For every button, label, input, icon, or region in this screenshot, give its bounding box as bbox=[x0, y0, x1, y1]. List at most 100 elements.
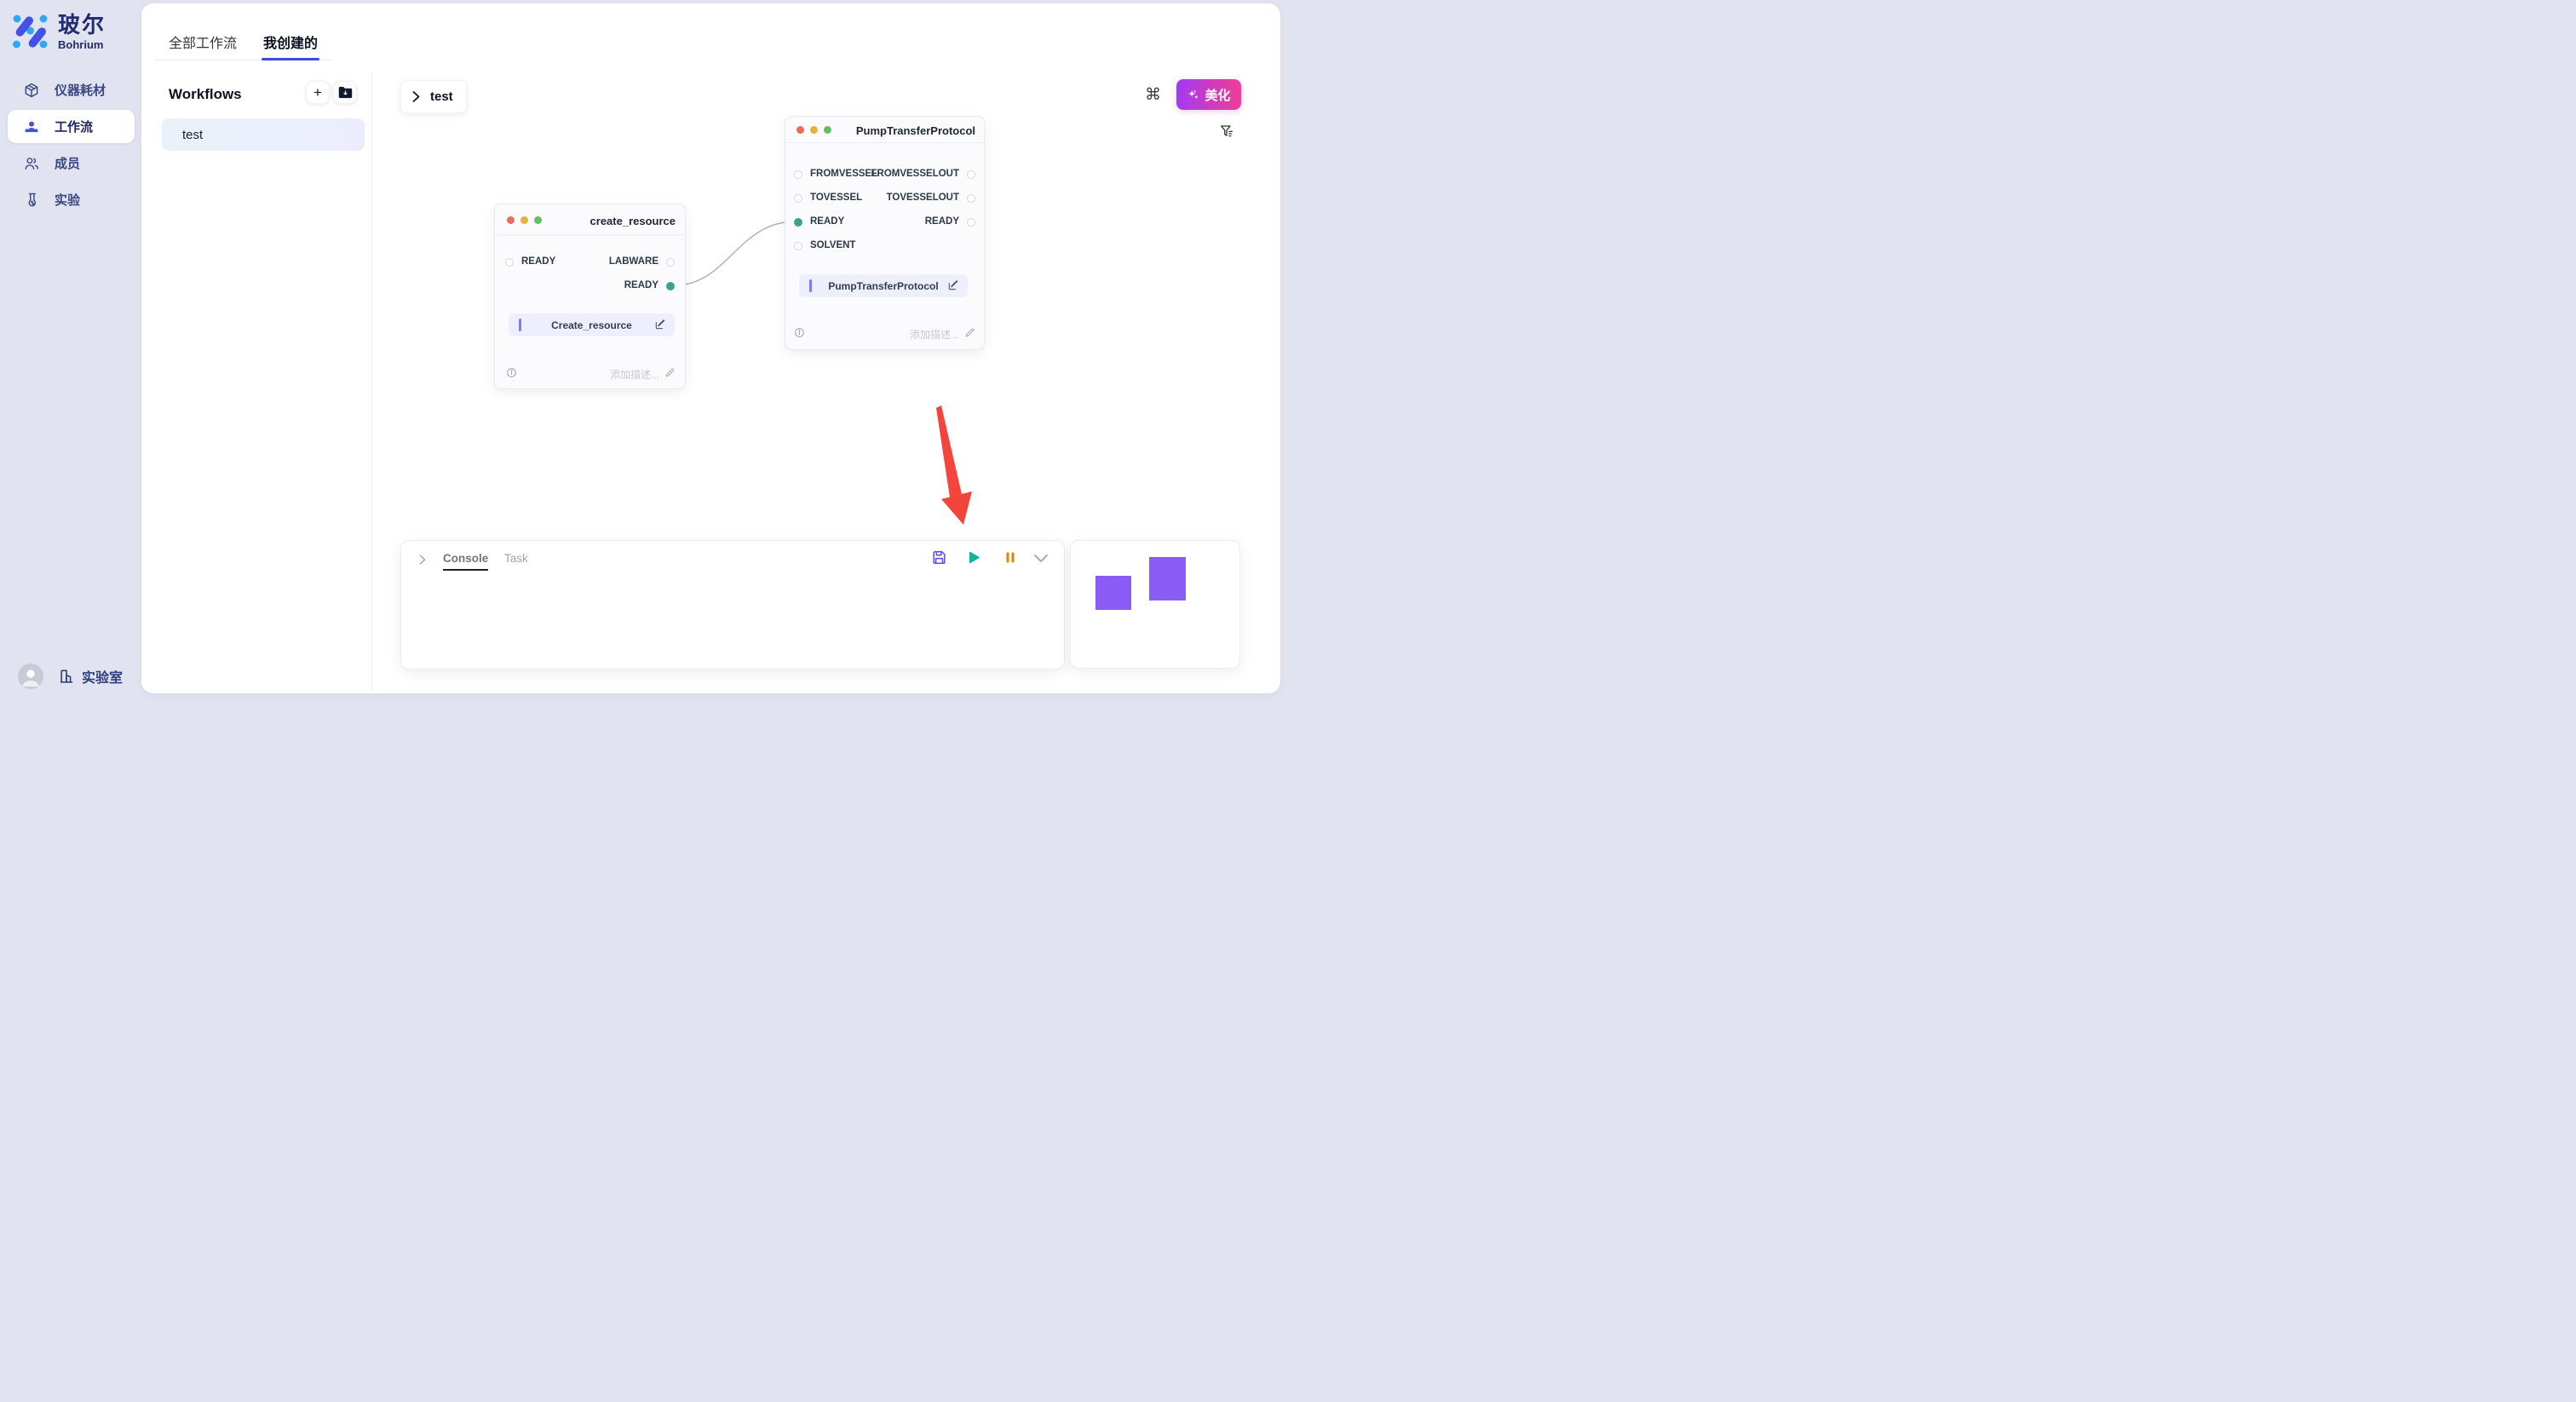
sidebar-item-label: 实验 bbox=[55, 191, 80, 209]
brand-name-zh: 玻尔 bbox=[58, 13, 106, 37]
pencil-icon[interactable] bbox=[964, 327, 975, 342]
bohrium-workflow-app: 玻尔 Bohrium 仪器耗材 bbox=[0, 0, 1288, 701]
input-port-solvent[interactable] bbox=[794, 242, 802, 250]
port-label: READY bbox=[810, 216, 844, 227]
expand-chevron-icon[interactable] bbox=[419, 554, 426, 569]
chevron-right-icon bbox=[412, 91, 420, 102]
sidebar-menu: 仪器耗材 工作流 bbox=[0, 72, 141, 220]
experiment-icon bbox=[23, 192, 40, 209]
traffic-dots-icon bbox=[507, 216, 542, 224]
tab-all-workflows[interactable]: 全部工作流 bbox=[169, 32, 237, 52]
workflow-item-name: test bbox=[182, 128, 203, 142]
input-port-ready[interactable] bbox=[505, 258, 514, 267]
function-pill[interactable]: PumpTransferProtocol bbox=[799, 274, 968, 297]
port-row: TOVESSEL TOVESSELOUT bbox=[785, 194, 984, 203]
tab-task[interactable]: Task bbox=[504, 552, 528, 565]
user-avatar[interactable] bbox=[18, 664, 43, 689]
plus-icon: + bbox=[313, 84, 322, 101]
port-label: READY bbox=[521, 256, 555, 267]
collapse-icon[interactable] bbox=[1033, 553, 1050, 570]
sidebar-item-members[interactable]: 成员 bbox=[8, 147, 135, 180]
port-label: READY bbox=[624, 280, 658, 290]
sidebar-item-workflows[interactable]: 工作流 bbox=[8, 110, 135, 143]
workspace-label: 实验室 bbox=[82, 666, 123, 687]
workflows-panel-title: Workflows bbox=[169, 86, 242, 103]
node-title: PumpTransferProtocol bbox=[856, 124, 975, 137]
node-title: create_resource bbox=[590, 215, 676, 227]
port-row: FROMVESSEL FROMVESSELOUT bbox=[785, 170, 984, 179]
beautify-label: 美化 bbox=[1205, 86, 1230, 104]
sparkles-icon bbox=[1187, 89, 1199, 101]
node-footer: 添加描述... bbox=[785, 326, 984, 340]
function-pill[interactable]: Create_resource bbox=[509, 313, 675, 336]
minimap-node-block bbox=[1149, 557, 1186, 600]
node-create-resource[interactable]: create_resource READY LABWARE READY Crea… bbox=[494, 204, 686, 389]
breadcrumb-label: test bbox=[430, 89, 453, 104]
edit-function-icon[interactable] bbox=[947, 279, 959, 291]
brand-name-en: Bohrium bbox=[58, 38, 106, 51]
workspace-selector[interactable]: 实验室 bbox=[58, 666, 123, 687]
minimap-node-block bbox=[1095, 576, 1131, 610]
port-label: TOVESSELOUT bbox=[887, 192, 959, 203]
node-header: PumpTransferProtocol bbox=[785, 117, 984, 143]
output-port-labware[interactable] bbox=[666, 258, 675, 267]
function-label: Create_resource bbox=[509, 319, 675, 331]
input-port-tovessel[interactable] bbox=[794, 194, 802, 203]
port-label: FROMVESSELOUT bbox=[871, 169, 959, 179]
port-row: SOLVENT bbox=[785, 242, 984, 250]
node-pump-transfer-protocol[interactable]: PumpTransferProtocol FROMVESSEL FROMVESS… bbox=[785, 116, 985, 350]
add-workflow-button[interactable]: + bbox=[306, 81, 330, 104]
pill-accent-bar bbox=[519, 319, 521, 331]
input-port-fromvessel[interactable] bbox=[794, 170, 802, 179]
info-icon[interactable] bbox=[794, 327, 805, 342]
description-placeholder[interactable]: 添加描述... bbox=[910, 327, 959, 342]
sidebar-item-label: 成员 bbox=[55, 154, 80, 172]
port-label: TOVESSEL bbox=[810, 192, 862, 203]
pencil-icon[interactable] bbox=[664, 367, 676, 382]
console-panel: Console Task bbox=[400, 540, 1065, 669]
filter-funnel-icon[interactable] bbox=[1219, 124, 1234, 139]
output-port-ready[interactable] bbox=[666, 282, 675, 290]
tab-console[interactable]: Console bbox=[443, 552, 488, 565]
port-row: READY READY bbox=[785, 218, 984, 227]
port-label: LABWARE bbox=[609, 256, 658, 267]
pause-icon[interactable] bbox=[1003, 549, 1020, 566]
sidebar-footer: 实验室 bbox=[0, 664, 141, 691]
beautify-button[interactable]: 美化 bbox=[1176, 79, 1241, 110]
sidebar-item-label: 仪器耗材 bbox=[55, 81, 106, 99]
panel-divider bbox=[371, 73, 372, 691]
input-port-ready[interactable] bbox=[794, 218, 802, 227]
building-icon bbox=[58, 668, 75, 685]
brand-logo[interactable]: 玻尔 Bohrium bbox=[12, 13, 106, 51]
brand-text: 玻尔 Bohrium bbox=[58, 13, 106, 51]
output-port-fromvesselout[interactable] bbox=[967, 170, 975, 179]
import-workflow-button[interactable] bbox=[333, 81, 357, 104]
sidebar-item-instruments[interactable]: 仪器耗材 bbox=[8, 73, 135, 106]
command-palette-icon[interactable]: ⌘ bbox=[1145, 85, 1161, 105]
output-port-tovesselout[interactable] bbox=[967, 194, 975, 203]
save-icon[interactable] bbox=[931, 549, 948, 566]
canvas-breadcrumb[interactable]: test bbox=[400, 80, 467, 113]
port-label: SOLVENT bbox=[810, 240, 855, 250]
info-icon[interactable] bbox=[506, 367, 517, 382]
function-label: PumpTransferProtocol bbox=[799, 280, 968, 292]
edit-function-icon[interactable] bbox=[654, 319, 666, 330]
pill-accent-bar bbox=[809, 279, 812, 292]
description-placeholder[interactable]: 添加描述... bbox=[610, 367, 659, 382]
run-icon[interactable] bbox=[966, 549, 983, 566]
port-label: READY bbox=[925, 216, 959, 227]
sidebar-item-label: 工作流 bbox=[55, 118, 93, 135]
port-row: READY bbox=[495, 282, 685, 290]
node-footer: 添加描述... bbox=[495, 366, 685, 380]
package-icon bbox=[23, 82, 40, 99]
sidebar-item-experiments[interactable]: 实验 bbox=[8, 183, 135, 216]
minimap[interactable] bbox=[1070, 540, 1240, 669]
tab-created-by-me[interactable]: 我创建的 bbox=[263, 32, 318, 52]
members-icon bbox=[23, 155, 40, 172]
port-row: READY LABWARE bbox=[495, 258, 685, 267]
bohrium-logo-icon bbox=[12, 13, 49, 50]
header-tabs: 全部工作流 我创建的 bbox=[155, 26, 331, 60]
port-label: FROMVESSEL bbox=[810, 169, 877, 179]
output-port-ready[interactable] bbox=[967, 218, 975, 227]
workflow-list-item-test[interactable]: test bbox=[162, 118, 365, 151]
